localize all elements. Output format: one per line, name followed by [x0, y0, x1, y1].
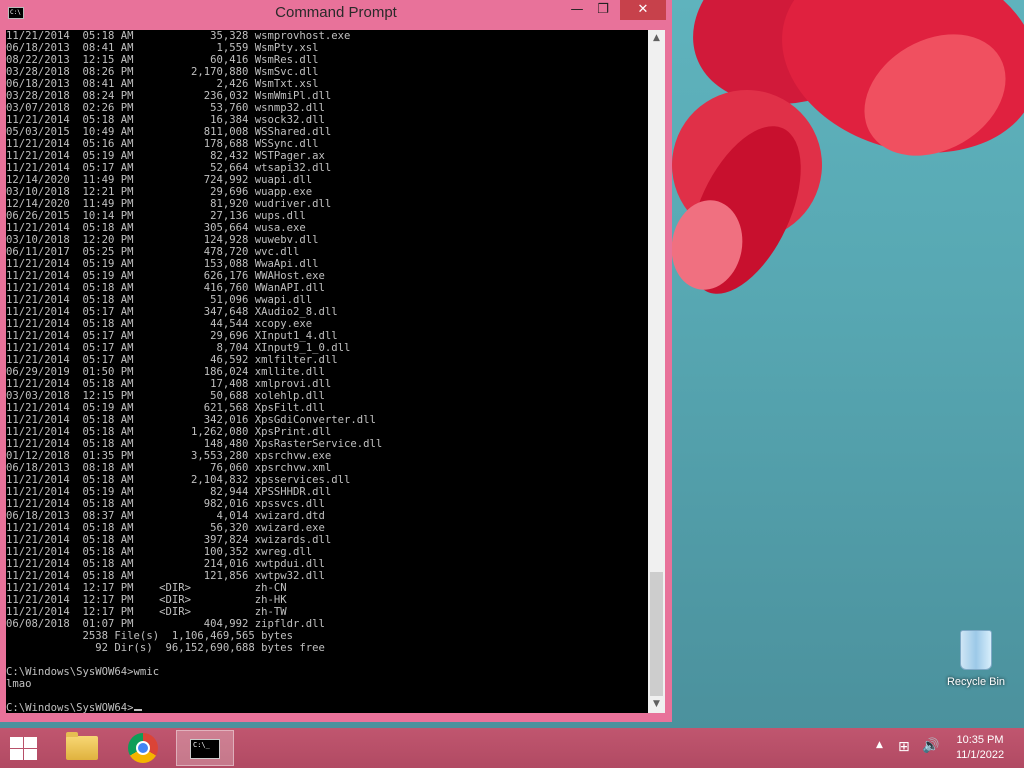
console-line: 12/14/2020 11:49 PM 81,920 wudriver.dll [6, 198, 332, 210]
console-line: 11/21/2014 05:18 AM 51,096 wwapi.dll [6, 294, 313, 306]
console-output[interactable]: 11/21/2014 05:18 AM 35,328 wsmprovhost.e… [6, 30, 648, 713]
console-line: 11/21/2014 05:19 AM 82,432 WSTPager.ax [6, 150, 325, 162]
system-clock[interactable]: 10:35 PM 11/1/2022 [948, 733, 1012, 763]
console-line: 11/21/2014 05:18 AM 305,664 wusa.exe [6, 222, 306, 234]
title-bar[interactable]: C:\ Command Prompt — ❐ ✕ [0, 0, 672, 30]
show-hidden-icons-button[interactable]: ▲ [876, 740, 883, 750]
console-line: 01/12/2018 01:35 PM 3,553,280 xpsrchvw.e… [6, 450, 332, 462]
console-line: 03/10/2018 12:20 PM 124,928 wuwebv.dll [6, 234, 319, 246]
console-line: 11/21/2014 05:18 AM 17,408 xmlprovi.dll [6, 378, 332, 390]
console-line: 11/21/2014 05:17 AM 347,648 XAudio2_8.dl… [6, 306, 338, 318]
maximize-button[interactable]: ❐ [590, 0, 616, 20]
console-line: C:\Windows\SysWOW64> [6, 702, 134, 713]
console-line: 11/21/2014 05:18 AM 44,544 xcopy.exe [6, 318, 313, 330]
windows-logo-icon [24, 737, 37, 748]
console-line: 11/21/2014 05:18 AM 16,384 wsock32.dll [6, 114, 325, 126]
taskbar-file-explorer[interactable] [57, 730, 107, 766]
console-line: 11/21/2014 12:17 PM <DIR> zh-CN [6, 582, 287, 594]
console-line: 11/21/2014 05:18 AM 342,016 XpsGdiConver… [6, 414, 376, 426]
console-line: 2538 File(s) 1,106,469,565 bytes [6, 630, 294, 642]
console-line: 06/18/2013 08:37 AM 4,014 xwizard.dtd [6, 510, 325, 522]
console-line: 03/10/2018 12:21 PM 29,696 wuapp.exe [6, 186, 313, 198]
console-line: 03/28/2018 08:24 PM 236,032 WsmWmiPl.dll [6, 90, 332, 102]
taskbar: C:\_ ▲ ⊞ 🔊 10:35 PM 11/1/2022 [0, 728, 1024, 768]
console-line: 08/22/2013 12:15 AM 60,416 WsmRes.dll [6, 54, 319, 66]
console-line: C:\Windows\SysWOW64>wmic [6, 666, 160, 678]
scroll-down-arrow[interactable]: ▼ [648, 696, 665, 713]
console-line: 11/21/2014 05:18 AM 416,760 WWanAPI.dll [6, 282, 325, 294]
console-line: 11/21/2014 05:17 AM 52,664 wtsapi32.dll [6, 162, 332, 174]
console-line: 03/28/2018 08:26 PM 2,170,880 WsmSvc.dll [6, 66, 319, 78]
console-line: 11/21/2014 05:18 AM 35,328 wsmprovhost.e… [6, 30, 351, 42]
console-line: 11/21/2014 05:17 AM 8,704 XInput9_1_0.dl… [6, 342, 351, 354]
text-cursor [133, 709, 142, 711]
console-line: 11/21/2014 05:18 AM 397,824 xwizards.dll [6, 534, 332, 546]
console-line: 11/21/2014 05:19 AM 153,088 WwaApi.dll [6, 258, 319, 270]
clock-date: 11/1/2022 [955, 749, 1005, 761]
recycle-bin-icon[interactable] [960, 630, 992, 670]
taskbar-chrome[interactable] [118, 730, 168, 766]
console-line: 11/21/2014 12:17 PM <DIR> zh-TW [6, 606, 287, 618]
cmd-icon: C:\_ [190, 739, 220, 759]
folder-icon [66, 732, 98, 760]
console-line: 11/21/2014 05:19 AM 621,568 XpsFilt.dll [6, 402, 325, 414]
console-line: 06/11/2017 05:25 PM 478,720 wvc.dll [6, 246, 300, 258]
console-line: 11/21/2014 05:18 AM 148,480 XpsRasterSer… [6, 438, 383, 450]
console-line: 11/21/2014 05:18 AM 1,262,080 XpsPrint.d… [6, 426, 332, 438]
network-icon[interactable]: ⊞ [898, 739, 910, 755]
console-line: 12/14/2020 11:49 PM 724,992 wuapi.dll [6, 174, 313, 186]
console-line: 06/29/2019 01:50 PM 186,024 xmllite.dll [6, 366, 325, 378]
console-line: 11/21/2014 05:18 AM 100,352 xwreg.dll [6, 546, 313, 558]
console-line: 06/08/2018 01:07 PM 404,992 zipfldr.dll [6, 618, 325, 630]
console-line: 06/18/2013 08:18 AM 76,060 xpsrchvw.xml [6, 462, 332, 474]
console-line: 06/26/2015 10:14 PM 27,136 wups.dll [6, 210, 306, 222]
taskbar-command-prompt[interactable]: C:\_ [176, 730, 234, 766]
close-button[interactable]: ✕ [620, 0, 666, 20]
chrome-icon [128, 733, 158, 763]
console-line: 06/18/2013 08:41 AM 2,426 WsmTxt.xsl [6, 78, 319, 90]
clock-time: 10:35 PM [956, 734, 1004, 746]
windows-logo-icon [10, 737, 23, 748]
recycle-bin-shortcut[interactable]: Recycle Bin [940, 630, 1012, 688]
console-line: 11/21/2014 05:18 AM 2,104,832 xpsservice… [6, 474, 351, 486]
console-line: 11/21/2014 05:17 AM 29,696 XInput1_4.dll [6, 330, 338, 342]
console-line: 11/21/2014 05:19 AM 626,176 WWAHost.exe [6, 270, 325, 282]
command-prompt-window[interactable]: C:\ Command Prompt — ❐ ✕ 11/21/2014 05:1… [0, 0, 672, 722]
windows-logo-icon [10, 749, 23, 760]
console-text: 11/21/2014 05:18 AM 35,328 wsmprovhost.e… [6, 30, 648, 713]
console-line: 11/21/2014 05:18 AM 121,856 xwtpw32.dll [6, 570, 325, 582]
console-line: 11/21/2014 12:17 PM <DIR> zh-HK [6, 594, 287, 606]
volume-icon[interactable]: 🔊 [922, 738, 939, 754]
start-button[interactable] [8, 736, 38, 760]
windows-logo-icon [24, 749, 37, 760]
vertical-scrollbar[interactable]: ▲ ▼ [648, 30, 665, 713]
console-line: 03/03/2018 12:15 PM 50,688 xolehlp.dll [6, 390, 325, 402]
console-line: 11/21/2014 05:18 AM 214,016 xwtpdui.dll [6, 558, 325, 570]
console-line: 03/07/2018 02:26 PM 53,760 wsnmp32.dll [6, 102, 325, 114]
console-line: 11/21/2014 05:17 AM 46,592 xmlfilter.dll [6, 354, 338, 366]
scroll-up-arrow[interactable]: ▲ [648, 30, 665, 47]
recycle-bin-label: Recycle Bin [946, 676, 1006, 688]
minimize-button[interactable]: — [564, 0, 590, 20]
console-line: 06/18/2013 08:41 AM 1,559 WsmPty.xsl [6, 42, 319, 54]
console-line: 11/21/2014 05:18 AM 982,016 xpssvcs.dll [6, 498, 325, 510]
console-line: 11/21/2014 05:16 AM 178,688 WSSync.dll [6, 138, 319, 150]
scroll-thumb[interactable] [650, 572, 663, 696]
console-line: 92 Dir(s) 96,152,690,688 bytes free [6, 642, 325, 654]
console-line: 11/21/2014 05:18 AM 56,320 xwizard.exe [6, 522, 325, 534]
console-line: lmao [6, 678, 32, 690]
console-line: 11/21/2014 05:19 AM 82,944 XPSSHHDR.dll [6, 486, 332, 498]
console-line: 05/03/2015 10:49 AM 811,008 WSShared.dll [6, 126, 332, 138]
